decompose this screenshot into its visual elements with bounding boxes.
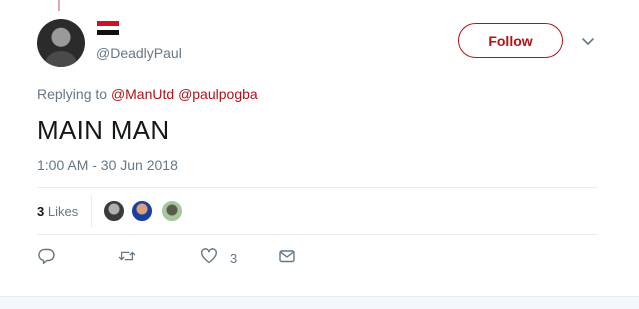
liker-avatar[interactable] xyxy=(161,200,183,222)
thread-connector-line xyxy=(58,0,60,11)
liker-avatar[interactable] xyxy=(103,200,125,222)
stats-separator xyxy=(91,195,92,227)
follow-button[interactable]: Follow xyxy=(458,23,563,58)
reply-icon xyxy=(38,247,56,270)
avatar[interactable] xyxy=(37,19,85,67)
divider xyxy=(37,234,597,235)
tweet-timestamp[interactable]: 1:00 AM - 30 Jun 2018 xyxy=(37,157,178,173)
likes-label: Likes xyxy=(47,204,79,219)
divider xyxy=(37,187,597,188)
tweet-text: MAIN MAN xyxy=(37,115,170,145)
like-count: 3 xyxy=(230,250,238,266)
user-handle[interactable]: @DeadlyPaul xyxy=(96,45,182,61)
direct-message-button[interactable] xyxy=(278,248,296,268)
liker-avatar[interactable] xyxy=(131,200,153,222)
replying-to: Replying to @ManUtd @paulpogba xyxy=(37,86,258,102)
like-button[interactable]: 3 xyxy=(200,247,238,270)
page-footer-strip xyxy=(0,296,639,309)
envelope-icon xyxy=(278,247,296,270)
likes-stat[interactable]: 3 Likes xyxy=(37,204,78,219)
mention-link-paulpogba[interactable]: @paulpogba xyxy=(178,86,258,102)
yemen-flag-icon xyxy=(97,21,119,36)
replying-to-label: Replying to xyxy=(37,86,108,102)
likes-count: 3 xyxy=(37,204,45,219)
heart-icon xyxy=(200,247,218,270)
reply-button[interactable] xyxy=(38,248,56,268)
retweet-icon xyxy=(118,247,136,270)
chevron-down-icon[interactable] xyxy=(580,33,596,49)
retweet-button[interactable] xyxy=(118,248,136,268)
mention-link-manutd[interactable]: @ManUtd xyxy=(111,86,174,102)
